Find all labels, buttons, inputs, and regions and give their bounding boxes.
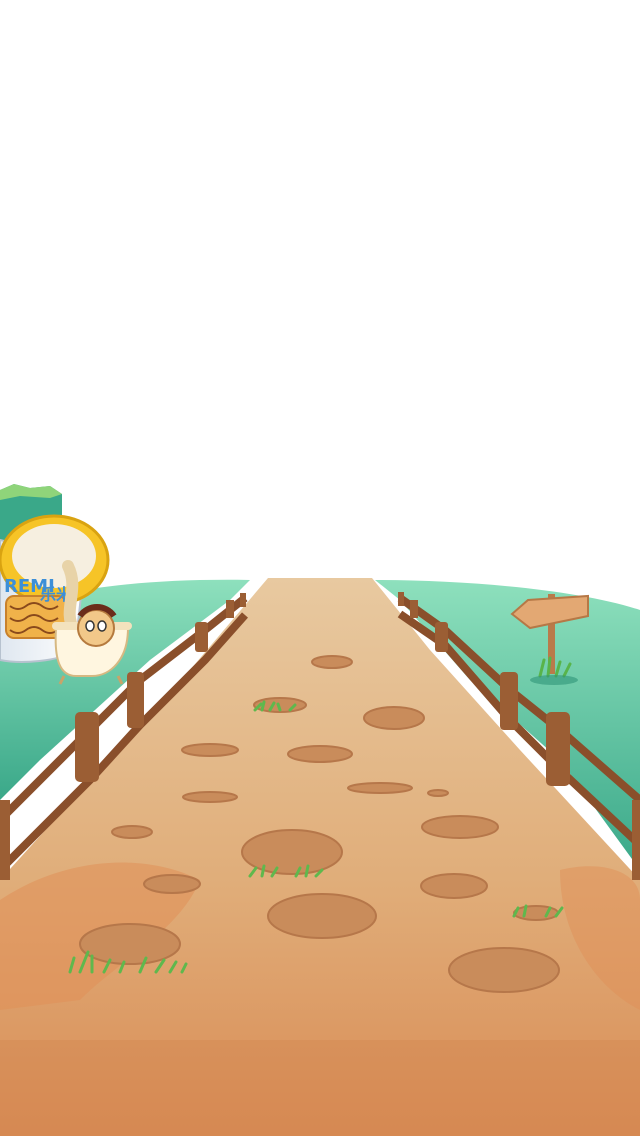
game-scene: REMI 乐米 <box>0 0 640 1136</box>
character-eye <box>97 620 107 632</box>
stone <box>111 825 153 839</box>
stone <box>79 923 181 965</box>
fence-post <box>410 600 418 618</box>
fence-post <box>632 800 640 880</box>
fence-post <box>0 800 10 880</box>
stone <box>448 947 560 993</box>
path-bottom-band <box>0 1040 640 1136</box>
stone <box>143 874 201 894</box>
stone <box>267 893 377 939</box>
fence-post <box>226 600 234 618</box>
stone <box>347 782 413 794</box>
sign-shadow <box>530 675 578 685</box>
character-eye <box>85 620 95 632</box>
stone <box>181 743 239 757</box>
stone <box>363 706 425 730</box>
fence-post <box>195 622 208 652</box>
fence-post <box>500 672 518 730</box>
stone <box>427 789 449 797</box>
fence-post <box>240 593 246 607</box>
stone <box>421 815 499 839</box>
noodle-stream <box>62 560 80 636</box>
stone <box>420 873 488 899</box>
stone <box>182 791 238 803</box>
fence-post <box>75 712 99 782</box>
fence-post <box>435 622 448 652</box>
fence-post <box>546 712 570 786</box>
fence-post <box>398 592 404 606</box>
stone <box>311 655 353 669</box>
stone <box>287 745 353 763</box>
fence-post <box>127 672 144 728</box>
